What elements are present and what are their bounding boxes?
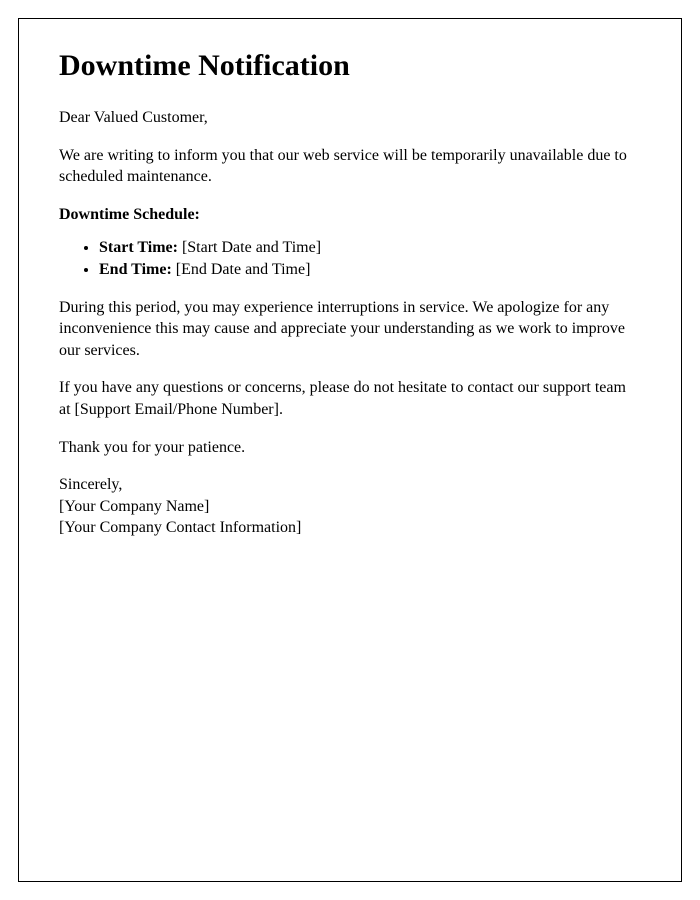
schedule-start-item: Start Time: [Start Date and Time]: [99, 237, 641, 259]
intro-paragraph: We are writing to inform you that our we…: [59, 145, 641, 188]
body-paragraph-2: If you have any questions or concerns, p…: [59, 377, 641, 420]
document-page: Downtime Notification Dear Valued Custom…: [18, 18, 682, 882]
closing-block: Sincerely, [Your Company Name] [Your Com…: [59, 474, 641, 539]
salutation: Dear Valued Customer,: [59, 107, 641, 129]
company-contact: [Your Company Contact Information]: [59, 517, 641, 539]
body-paragraph-1: During this period, you may experience i…: [59, 297, 641, 362]
thanks-line: Thank you for your patience.: [59, 437, 641, 459]
end-time-value: [End Date and Time]: [172, 261, 311, 278]
signoff: Sincerely,: [59, 474, 641, 496]
company-name: [Your Company Name]: [59, 496, 641, 518]
start-time-label: Start Time:: [99, 239, 178, 256]
schedule-heading: Downtime Schedule:: [59, 204, 641, 226]
schedule-list: Start Time: [Start Date and Time] End Ti…: [99, 237, 641, 280]
end-time-label: End Time:: [99, 261, 172, 278]
page-title: Downtime Notification: [59, 49, 641, 83]
schedule-end-item: End Time: [End Date and Time]: [99, 259, 641, 281]
start-time-value: [Start Date and Time]: [178, 239, 321, 256]
